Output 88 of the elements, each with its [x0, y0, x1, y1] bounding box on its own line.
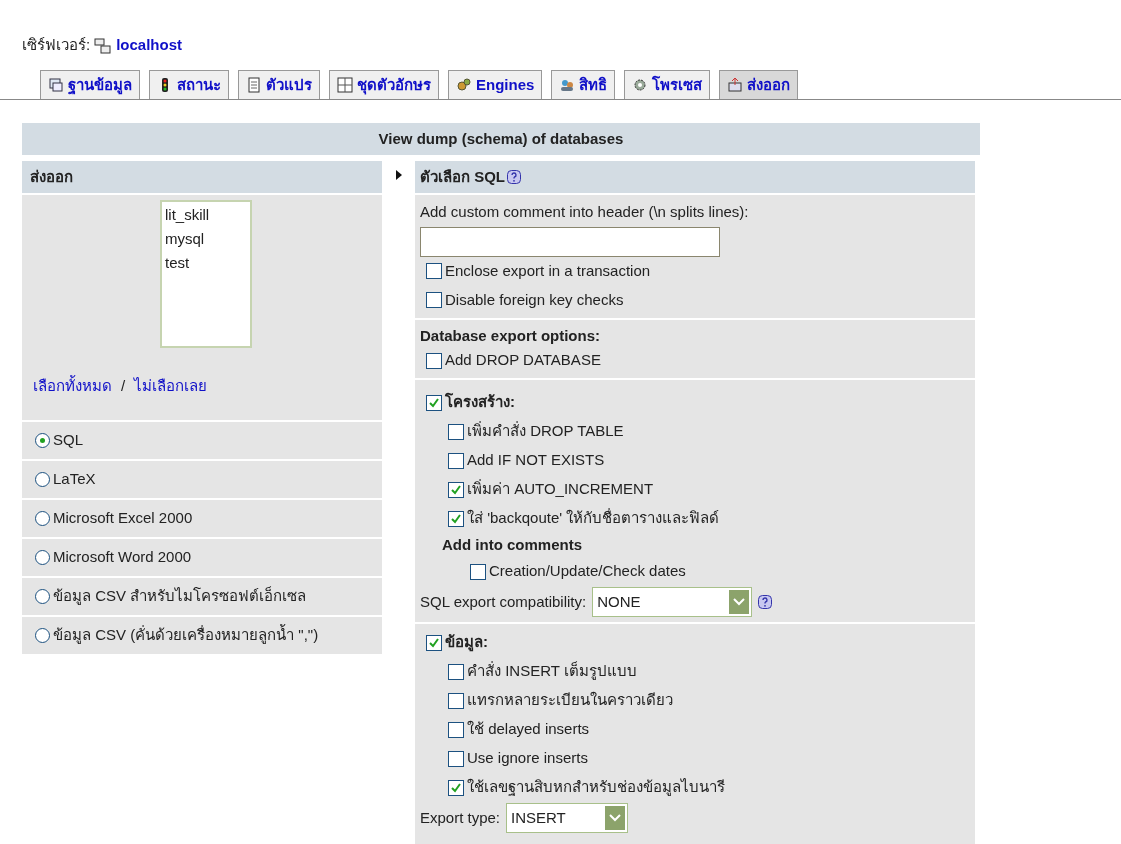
checkbox-label: Add IF NOT EXISTS: [467, 450, 605, 471]
panel-title: ตัวเลือก SQL: [420, 166, 505, 187]
checkbox[interactable]: [448, 663, 464, 680]
caret-icon: [605, 806, 626, 830]
checkbox-label: Creation/Update/Check dates: [489, 561, 686, 582]
database-list[interactable]: lit_skill mysql test: [160, 200, 252, 348]
users-icon: [559, 77, 576, 93]
radio-button[interactable]: [35, 550, 50, 565]
select-all-link[interactable]: เลือกทั้งหมด: [33, 375, 112, 398]
checkbox[interactable]: [426, 263, 442, 279]
checkbox-label: ข้อมูล:: [445, 632, 488, 654]
group-title: Database export options:: [420, 326, 602, 346]
select-none-link[interactable]: ไม่เลือกเลย: [134, 375, 208, 398]
export-icon: [727, 77, 744, 93]
checkbox[interactable]: [448, 721, 464, 738]
radio-label: Microsoft Excel 2000: [53, 508, 193, 529]
tab[interactable]: โพรเซส: [624, 70, 711, 99]
tab[interactable]: ส่งออก: [719, 70, 799, 99]
field-label: Add custom comment into header (\n splits lines):: [420, 202, 750, 222]
dropdown[interactable]: INSERT: [506, 803, 629, 833]
radio-button[interactable]: [35, 628, 50, 643]
radio-label: LaTeX: [53, 469, 96, 490]
database-option[interactable]: mysql: [165, 227, 247, 251]
check-icon: [450, 512, 462, 525]
grid-icon: [337, 77, 353, 93]
gears-icon: [456, 77, 472, 93]
server-link[interactable]: localhost: [116, 34, 183, 57]
server-icon: [94, 36, 113, 55]
radio-button[interactable]: [35, 433, 50, 448]
radio-label: Microsoft Word 2000: [53, 547, 192, 568]
database-option[interactable]: lit_skill: [165, 203, 247, 227]
database-icon: [48, 77, 64, 93]
server-label: เซิร์ฟเวอร์:: [22, 35, 91, 56]
radio-button[interactable]: [35, 589, 50, 604]
help-icon[interactable]: [758, 595, 773, 609]
dropdown[interactable]: NONE: [592, 587, 753, 617]
checkbox-label: ใส่ 'backqoute' ให้กับชื่อตารางและฟิลด์: [467, 507, 720, 529]
separator: /: [121, 376, 126, 396]
checkbox-label: ใช้เลขฐานสิบหกสำหรับช่องข้อมูลไบนารี: [467, 777, 725, 798]
check-icon: [450, 483, 462, 496]
checkbox-label: เพิ่มคำสั่ง DROP TABLE: [467, 420, 624, 442]
radio-button[interactable]: [35, 472, 50, 487]
radio-button[interactable]: [35, 511, 50, 526]
help-icon[interactable]: [507, 170, 521, 184]
checkbox-label: ใช้ delayed inserts: [467, 719, 590, 740]
checkbox-label: Disable foreign key checks: [445, 289, 624, 310]
checkbox[interactable]: [448, 692, 464, 709]
tab[interactable]: สิทธิ: [551, 70, 616, 99]
tab[interactable]: ตัวแปร: [238, 70, 320, 99]
checkbox-label: Use ignore inserts: [467, 748, 588, 769]
checkbox-label: แทรกหลายระเบียนในคราวเดียว: [467, 690, 673, 711]
radio-label: ข้อมูล CSV (คั่นด้วยเครื่องหมายลูกน้ำ ","): [53, 624, 319, 646]
caret-icon: [729, 590, 750, 614]
tab[interactable]: ฐานข้อมูล: [40, 70, 140, 99]
document-icon: [246, 77, 262, 93]
checkbox-label: Add DROP DATABASE: [445, 350, 601, 371]
checkbox[interactable]: [448, 510, 464, 527]
checkbox-label: โครงสร้าง:: [445, 392, 515, 413]
checkbox[interactable]: [470, 563, 486, 580]
checkbox[interactable]: [448, 423, 464, 440]
checkbox[interactable]: [426, 394, 442, 411]
gear-icon: [632, 77, 649, 93]
input-field[interactable]: [420, 226, 720, 257]
tab[interactable]: สถานะ: [149, 70, 229, 99]
checkbox[interactable]: [448, 481, 464, 498]
field-label: SQL export compatibility:: [420, 591, 587, 612]
group-title: Add into comments: [441, 535, 583, 555]
check-icon: [428, 636, 440, 649]
checkbox[interactable]: [426, 352, 442, 369]
tab[interactable]: ชุดตัวอักษร: [329, 70, 439, 99]
section-title: View dump (schema) of databases: [22, 123, 980, 155]
radio-label: ข้อมูล CSV สำหรับไมโครซอฟต์เอ็กเซล: [53, 585, 307, 607]
field-label: Export type:: [420, 807, 501, 828]
database-option[interactable]: test: [165, 251, 247, 275]
checkbox-label: คำสั่ง INSERT เต็มรูปแบบ: [467, 660, 637, 682]
tab[interactable]: Engines: [448, 70, 543, 99]
expand-arrow-icon[interactable]: [394, 169, 403, 181]
checkbox[interactable]: [426, 292, 442, 308]
check-icon: [428, 396, 440, 409]
checkbox[interactable]: [426, 634, 442, 651]
checkbox[interactable]: [448, 452, 464, 469]
radio-label: SQL: [53, 430, 83, 451]
checkbox[interactable]: [448, 779, 464, 796]
checkbox-label: Enclose export in a transaction: [445, 260, 651, 281]
checkbox-label: เพิ่มค่า AUTO_INCREMENT: [467, 478, 654, 500]
check-icon: [450, 781, 462, 794]
panel-header: ส่งออก: [22, 161, 382, 193]
checkbox[interactable]: [448, 750, 464, 767]
